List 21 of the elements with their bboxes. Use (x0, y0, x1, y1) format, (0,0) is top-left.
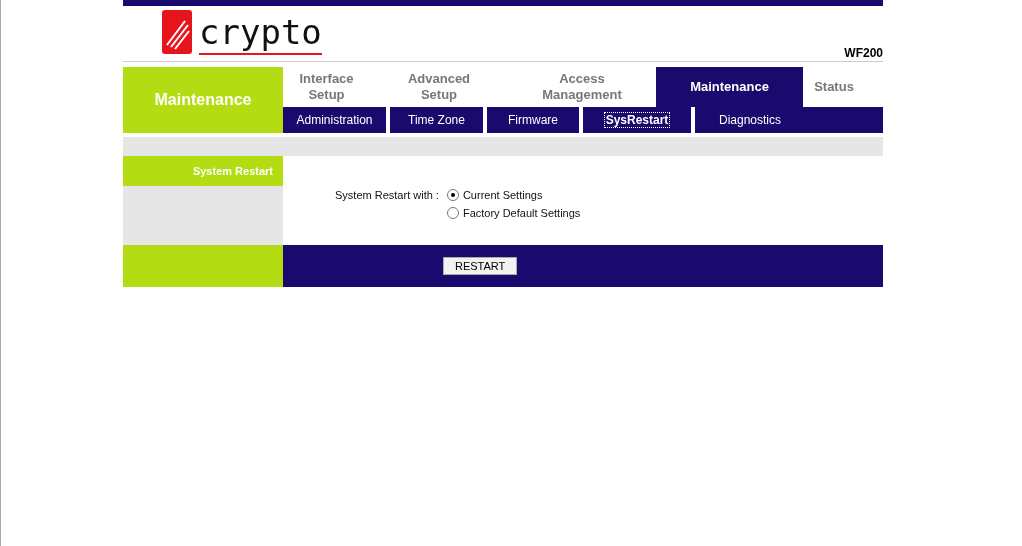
subnav-tab[interactable]: Administration (295, 113, 374, 127)
restart-button[interactable]: RESTART (443, 257, 518, 275)
panel-title: System Restart (123, 156, 283, 186)
logo-icon (161, 9, 193, 55)
nav-tab[interactable]: Maintenance (656, 67, 803, 107)
nav-tab[interactable]: Access Management (508, 67, 656, 107)
nav-tab[interactable]: Status (803, 67, 865, 107)
subnav-tab[interactable]: Diagnostics (718, 113, 782, 127)
model-name: WF200 (844, 46, 883, 61)
subnav-tab[interactable]: SysRestart (604, 113, 670, 127)
brand-name: crypto (199, 15, 322, 55)
subnav-tab[interactable]: Time Zone (407, 113, 466, 127)
radio-button[interactable] (446, 207, 459, 219)
subnav-tab[interactable]: Firmware (507, 113, 559, 127)
nav-tab[interactable]: Interface Setup (283, 67, 370, 107)
radio-button[interactable] (446, 189, 459, 201)
field-label: System Restart with : (335, 189, 439, 201)
section-title: Maintenance (123, 67, 283, 133)
radio-label: Factory Default Settings (462, 207, 581, 219)
nav-tab[interactable]: Advanced Setup (370, 67, 508, 107)
radio-label: Current Settings (462, 189, 543, 201)
